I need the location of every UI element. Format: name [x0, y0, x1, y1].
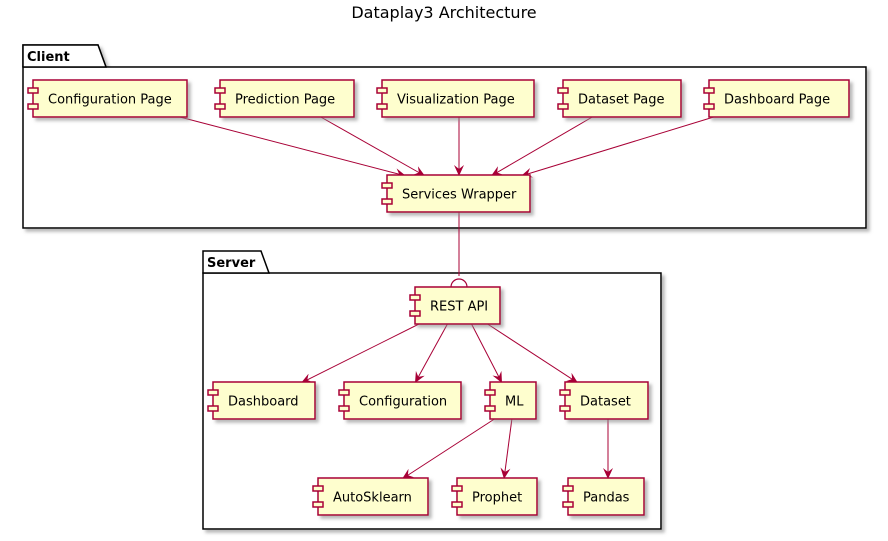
component-label: Prophet [472, 491, 522, 506]
component-label: Configuration [359, 395, 447, 410]
component-label: Dashboard [228, 395, 299, 410]
component-label: Configuration Page [48, 93, 172, 108]
package-label-client: Client [27, 50, 70, 65]
component-prediction-page: Prediction Page [214, 79, 355, 118]
component-configuration-page: Configuration Page [27, 79, 188, 118]
component-label: Services Wrapper [402, 188, 517, 203]
component-label: Visualization Page [397, 93, 515, 108]
component-services-wrapper: Services Wrapper [381, 174, 531, 213]
component-label: REST API [430, 300, 488, 315]
component-label: Pandas [583, 491, 630, 506]
architecture-diagram: Dataplay3 Architecture Client Server Con… [22, 3, 867, 530]
component-dataset-page: Dataset Page [557, 79, 682, 118]
component-dashboard-page: Dashboard Page [703, 79, 850, 118]
component-configuration: Configuration [338, 381, 462, 420]
component-ml: ML [484, 381, 537, 420]
diagram-title: Dataplay3 Architecture [351, 3, 536, 22]
component-label: AutoSklearn [333, 491, 412, 506]
component-label: Prediction Page [235, 93, 335, 108]
component-prophet: Prophet [451, 477, 538, 516]
component-visualization-page: Visualization Page [376, 79, 535, 118]
component-label: Dataset [580, 395, 631, 410]
component-dashboard: Dashboard [207, 381, 316, 420]
component-label: Dashboard Page [724, 93, 830, 108]
package-label-server: Server [207, 256, 256, 271]
component-rest-api: REST API [409, 286, 501, 325]
component-label: ML [505, 395, 524, 410]
component-autosklearn: AutoSklearn [312, 477, 429, 516]
component-pandas: Pandas [562, 477, 645, 516]
component-label: Dataset Page [578, 93, 665, 108]
component-dataset: Dataset [559, 381, 649, 420]
